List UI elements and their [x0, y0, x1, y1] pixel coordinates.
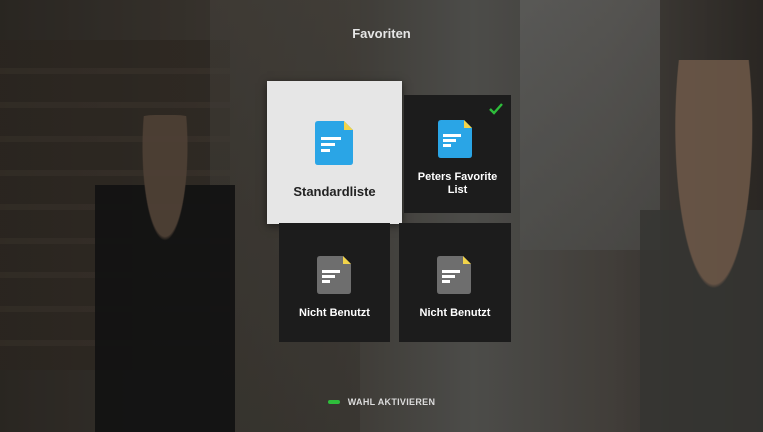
checkmark-icon [489, 103, 503, 115]
document-icon [315, 121, 353, 165]
tile-label: Peters Favorite List [417, 171, 498, 196]
green-key-icon [327, 400, 340, 404]
footer-hint: WAHL AKTIVIEREN [0, 397, 763, 407]
tile-label: Standardliste [293, 184, 376, 199]
favorite-list-tile-standardliste[interactable]: Standardliste [267, 81, 402, 224]
activate-selection-hint[interactable]: WAHL AKTIVIEREN [348, 397, 436, 407]
favorite-list-tile-unused-1[interactable]: Nicht Benutzt [279, 223, 390, 342]
favorite-list-tile-unused-2[interactable]: Nicht Benutzt [399, 223, 511, 342]
page-title: Favoriten [352, 26, 411, 41]
tile-label: Nicht Benutzt [299, 307, 370, 319]
tile-label: Nicht Benutzt [419, 307, 491, 319]
favorite-list-tile-peters-favorite-list[interactable]: Peters Favorite List [404, 95, 511, 213]
document-icon [438, 120, 472, 158]
document-icon [437, 256, 471, 294]
document-icon [317, 256, 351, 294]
tv-screen: Favoriten Standardliste Peters Favorite … [0, 0, 763, 432]
